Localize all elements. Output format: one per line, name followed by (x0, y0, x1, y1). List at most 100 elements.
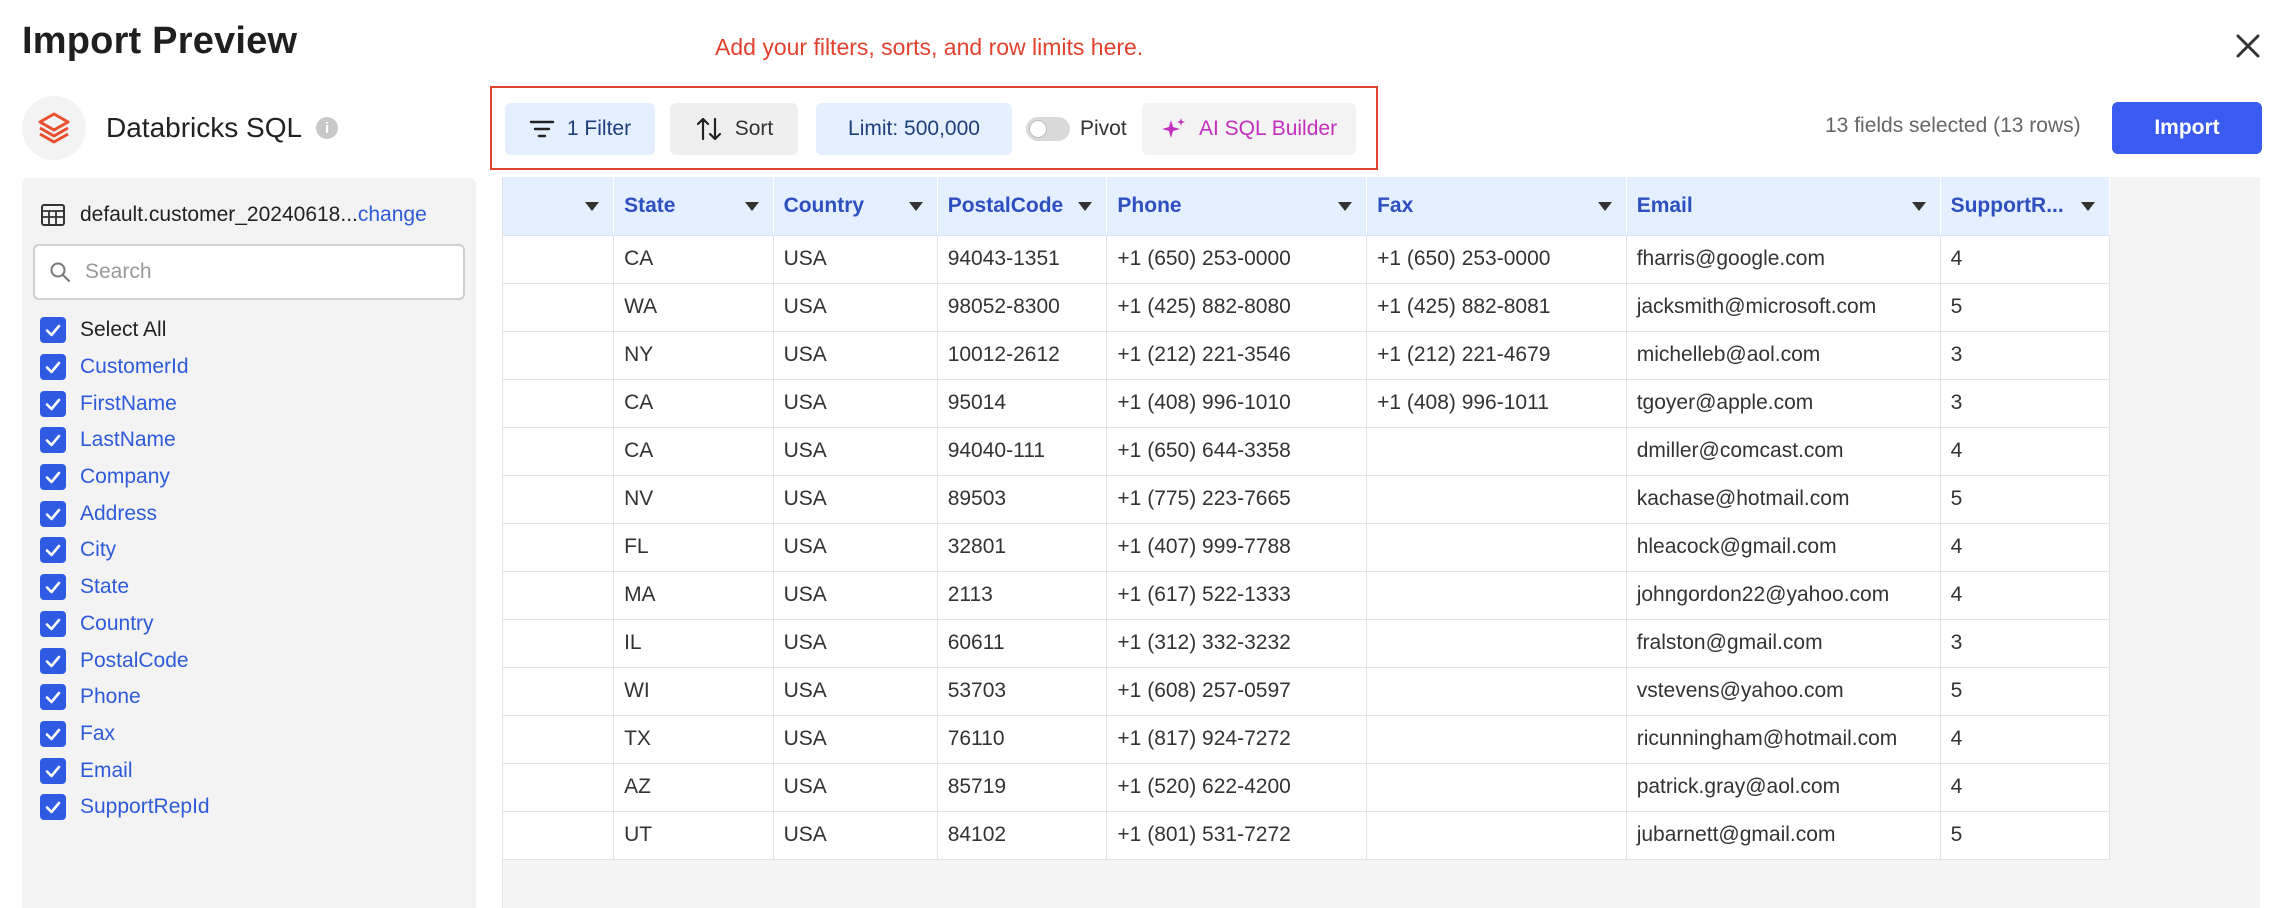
column-header[interactable]: Fax (1366, 177, 1627, 236)
table-row[interactable]: CupertinoCAUSA95014+1 (408) 996-1010+1 (… (503, 379, 2111, 428)
chevron-down-icon[interactable] (1597, 202, 1612, 211)
field-checkbox-item[interactable]: PostalCode (40, 642, 210, 679)
import-button[interactable]: Import (2112, 102, 2262, 154)
info-icon[interactable]: i (316, 117, 339, 139)
checkbox-checked[interactable] (40, 647, 66, 674)
field-checkbox-item[interactable]: Country (40, 606, 210, 643)
chevron-down-icon[interactable] (1338, 202, 1353, 211)
checkbox-checked[interactable] (40, 684, 66, 711)
table-cell: Orlando (503, 523, 615, 572)
query-toolbar: 1 Filter Sort Limit: 500,000 Pivot AI SQ… (490, 86, 1378, 170)
checkbox-checked[interactable] (40, 464, 66, 491)
column-header[interactable]: Country (773, 177, 938, 236)
table-cell: Reno (503, 475, 615, 524)
table-row[interactable]: OrlandoFLUSA32801+1 (407) 999-7788 hleaco… (503, 523, 2111, 572)
field-checkbox-item[interactable]: FirstName (40, 385, 210, 422)
checkbox-checked[interactable] (40, 794, 66, 821)
field-checkbox-item[interactable]: Fax (40, 716, 210, 753)
table-cell: Tucson (503, 763, 615, 812)
column-header[interactable]: State (613, 177, 774, 236)
preview-grid[interactable]: City State Country PostalCode Phone Fax Email S… (502, 177, 2260, 908)
column-header[interactable]: PostalCode (937, 177, 1108, 236)
table-cell: New York (503, 331, 615, 380)
checkbox-checked[interactable] (40, 574, 66, 601)
table-cell: +1 (212) 221-4679 (1366, 331, 1627, 380)
field-checkbox-item[interactable]: City (40, 532, 210, 569)
table-row[interactable]: Fort WorthTXUSA76110+1 (817) 924-7272 ric… (503, 715, 2111, 764)
pivot-toggle[interactable]: Pivot (1026, 103, 1127, 155)
table-row[interactable]: Salt Lake CityUTUSA84102+1 (801) 531-727… (503, 811, 2111, 860)
column-header[interactable]: City (503, 177, 615, 236)
field-checkbox-item[interactable]: Company (40, 459, 210, 496)
table-cell: +1 (650) 644-3358 (1106, 427, 1368, 476)
table-cell (1366, 763, 1627, 812)
chevron-down-icon[interactable] (585, 202, 600, 211)
chevron-down-icon[interactable] (908, 202, 923, 211)
column-header[interactable]: Email (1626, 177, 1941, 236)
table-row[interactable]: RedmondWAUSA98052-8300+1 (425) 882-8080+… (503, 283, 2111, 332)
checkbox-checked[interactable] (40, 390, 66, 417)
checkbox-checked[interactable] (40, 610, 66, 637)
table-cell: Boston (503, 571, 615, 620)
table-cell: 5 (1940, 811, 2111, 860)
chevron-down-icon[interactable] (1911, 202, 1926, 211)
field-label: FirstName (80, 391, 177, 415)
table-body: Mountain ViewCAUSA94043-1351+1 (650) 253… (503, 235, 2111, 860)
chevron-down-icon[interactable] (744, 202, 759, 211)
field-checkbox-item[interactable]: Email (40, 752, 210, 789)
limit-button[interactable]: Limit: 500,000 (816, 103, 1012, 155)
table-row[interactable]: MadisonWIUSA53703+1 (608) 257-0597 vsteve… (503, 667, 2111, 716)
search-icon (50, 262, 70, 282)
checkbox-checked[interactable] (40, 427, 66, 454)
checkbox-checked[interactable] (40, 720, 66, 747)
field-label: State (80, 575, 130, 599)
table-row[interactable]: BostonMAUSA2113+1 (617) 522-1333 johngord… (503, 571, 2111, 620)
table-row[interactable]: Mountain ViewCAUSA94040-111+1 (650) 644-… (503, 427, 2111, 476)
change-table-link[interactable]: change (358, 203, 427, 227)
table-row[interactable]: Mountain ViewCAUSA94043-1351+1 (650) 253… (503, 235, 2111, 284)
checkbox-checked[interactable] (40, 317, 66, 344)
table-row[interactable]: RenoNVUSA89503+1 (775) 223-7665 kachase@h… (503, 475, 2111, 524)
chevron-down-icon[interactable] (2081, 202, 2095, 211)
table-icon (41, 204, 65, 226)
table-cell: hleacock@gmail.com (1626, 523, 1941, 572)
field-checkbox-item[interactable]: SupportRepId (40, 789, 210, 826)
checkbox-checked[interactable] (40, 354, 66, 381)
table-cell: 4 (1940, 763, 2111, 812)
search-input[interactable] (85, 260, 445, 284)
table-row[interactable]: TucsonAZUSA85719+1 (520) 622-4200 patrick… (503, 763, 2111, 812)
column-header-label: SupportR... (1950, 193, 2064, 217)
check-icon (45, 765, 61, 777)
toggle-switch[interactable] (1026, 117, 1070, 141)
table-cell: NY (613, 331, 774, 380)
table-cell: USA (773, 571, 938, 620)
table-row[interactable]: New YorkNYUSA10012-2612+1 (212) 221-3546… (503, 331, 2111, 380)
column-header[interactable]: Phone (1106, 177, 1368, 236)
chevron-down-icon[interactable] (1078, 202, 1093, 211)
table-cell: UT (613, 811, 774, 860)
field-checkbox-item[interactable]: CustomerId (40, 349, 210, 386)
table-cell: +1 (407) 999-7788 (1106, 523, 1368, 572)
field-checkbox-item[interactable]: Phone (40, 679, 210, 716)
column-header-label: Email (1636, 193, 1693, 217)
check-icon (45, 471, 61, 484)
table-cell: kachase@hotmail.com (1626, 475, 1941, 524)
table-cell: tgoyer@apple.com (1626, 379, 1941, 428)
table-cell: +1 (801) 531-7272 (1106, 811, 1368, 860)
checkbox-checked[interactable] (40, 500, 66, 527)
table-cell: +1 (817) 924-7272 (1106, 715, 1368, 764)
field-checkbox-item[interactable]: State (40, 569, 210, 606)
table-row[interactable]: ChicagoILUSA60611+1 (312) 332-3232 fralst… (503, 619, 2111, 668)
close-button[interactable] (2228, 26, 2268, 66)
checkbox-checked[interactable] (40, 757, 66, 784)
column-header-label: Fax (1377, 193, 1414, 217)
field-checkbox-item[interactable]: LastName (40, 422, 210, 459)
column-header[interactable]: SupportR... (1940, 177, 2111, 236)
sort-button[interactable]: Sort (670, 103, 798, 155)
checkbox-checked[interactable] (40, 537, 66, 564)
column-header-label: Phone (1117, 193, 1182, 217)
filter-button[interactable]: 1 Filter (505, 103, 655, 155)
field-checkbox-item[interactable]: Address (40, 495, 210, 532)
ai-sql-builder-button[interactable]: AI SQL Builder (1142, 103, 1356, 155)
select-all-checkbox[interactable]: Select All (40, 312, 210, 349)
